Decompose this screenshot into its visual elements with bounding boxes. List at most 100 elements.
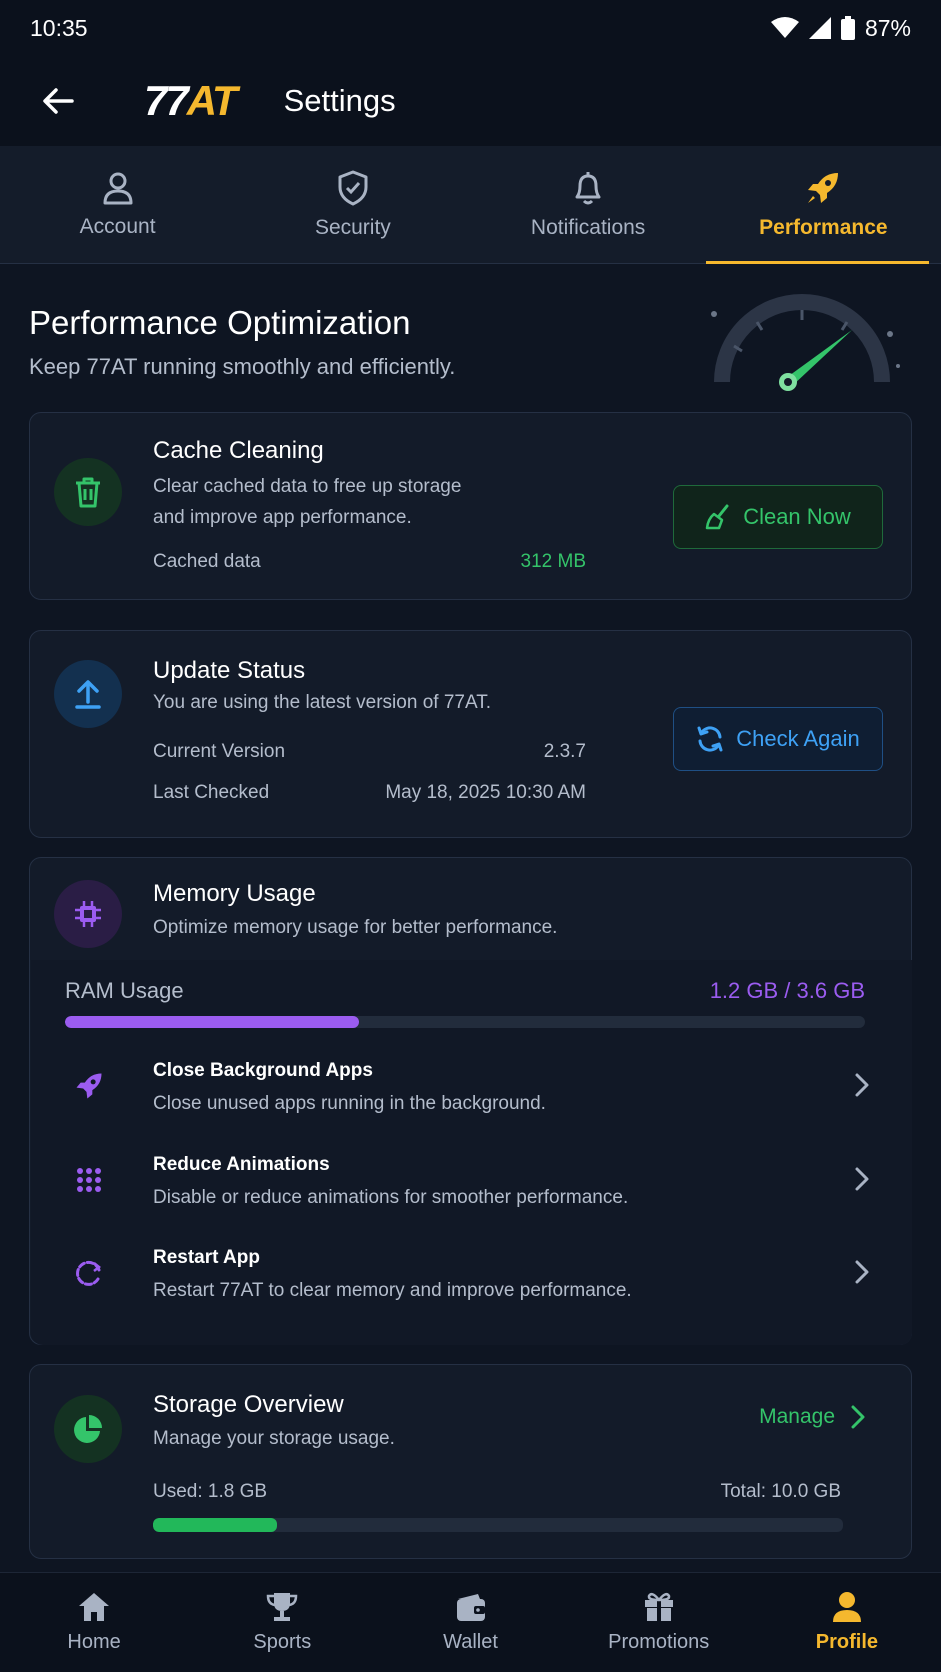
nav-home[interactable]: Home (0, 1573, 188, 1672)
rocket-icon (808, 172, 839, 203)
cache-icon-container (54, 458, 122, 526)
main-content: Performance Optimization Keep 77AT runni… (29, 264, 912, 1559)
last-checked-value: May 18, 2025 10:30 AM (385, 782, 586, 803)
item-description: Disable or reduce animations for smoothe… (153, 1187, 629, 1208)
shield-icon (338, 170, 368, 205)
chevron-right-icon (855, 1260, 869, 1284)
card-title: Update Status (153, 657, 306, 684)
card-title: Memory Usage (153, 880, 316, 907)
storage-progress-bar (153, 1518, 843, 1532)
bell-icon (575, 171, 601, 204)
battery-icon (840, 16, 855, 40)
trophy-icon (267, 1593, 298, 1621)
nav-label: Home (67, 1631, 121, 1653)
refresh-icon (697, 726, 723, 752)
nav-label: Promotions (608, 1631, 710, 1653)
logo-part-2: AT (186, 77, 238, 124)
storage-overview-card: Storage Overview Manage your storage usa… (29, 1364, 912, 1559)
storage-progress-fill (153, 1518, 278, 1532)
nav-label: Sports (253, 1631, 312, 1653)
card-description: Manage your storage usage. (153, 1428, 395, 1449)
close-background-apps-item[interactable]: Close Background Apps Close unused apps … (31, 1050, 914, 1138)
ram-label: RAM Usage (65, 978, 184, 1003)
check-again-button[interactable]: Check Again (673, 707, 883, 771)
wallet-icon (456, 1594, 485, 1621)
card-title: Cache Cleaning (153, 437, 324, 464)
item-title: Restart App (153, 1247, 260, 1268)
page-title: Settings (283, 83, 396, 118)
tab-security[interactable]: Security (235, 146, 470, 263)
app-logo: 77AT (144, 77, 238, 125)
storage-icon-container (54, 1395, 122, 1463)
manage-link[interactable]: Manage (759, 1405, 865, 1429)
ram-section: RAM Usage 1.2 GB / 3.6 GB Close Backgrou… (31, 960, 912, 1345)
item-title: Close Background Apps (153, 1060, 373, 1081)
tab-label: Performance (759, 215, 888, 239)
update-status-card: Update Status You are using the latest v… (29, 630, 912, 838)
cache-cleaning-card: Cache Cleaning Clear cached data to free… (29, 412, 912, 600)
section-subtitle: Keep 77AT running smoothly and efficient… (29, 354, 456, 379)
storage-total-label: Total: 10.0 GB (720, 1481, 841, 1502)
card-description: You are using the latest version of 77AT… (153, 692, 491, 713)
card-description: Clear cached data to free up storage and… (153, 471, 461, 533)
nav-promotions[interactable]: Promotions (565, 1573, 753, 1672)
current-version-value: 2.3.7 (543, 741, 586, 762)
nav-profile[interactable]: Profile (753, 1573, 941, 1672)
section-title: Performance Optimization (29, 304, 411, 341)
tab-label: Notifications (530, 215, 646, 239)
rocket-icon (69, 1066, 109, 1106)
nav-label: Wallet (443, 1631, 498, 1653)
card-title: Storage Overview (153, 1391, 344, 1418)
tab-label: Security (314, 215, 391, 239)
signal-icon (808, 17, 831, 39)
tab-label: Account (79, 214, 156, 238)
battery-percent: 87% (864, 14, 911, 41)
dots-grid-icon (69, 1160, 109, 1200)
status-time: 10:35 (30, 14, 88, 41)
button-label: Check Again (736, 726, 860, 751)
status-icons: 87% (770, 14, 911, 42)
cached-data-value: 312 MB (520, 551, 586, 572)
pie-chart-icon (74, 1415, 102, 1443)
upload-icon (75, 680, 101, 709)
person-icon (103, 172, 133, 204)
item-title: Reduce Animations (153, 1154, 330, 1175)
last-checked-label: Last Checked (153, 782, 270, 803)
chevron-right-icon (851, 1405, 865, 1429)
clean-now-button[interactable]: Clean Now (673, 485, 883, 549)
nav-sports[interactable]: Sports (188, 1573, 376, 1672)
nav-label: Profile (815, 1631, 879, 1653)
ram-progress-bar (65, 1016, 865, 1028)
profile-icon (832, 1592, 861, 1622)
chevron-right-icon (855, 1073, 869, 1097)
performance-hero: Performance Optimization Keep 77AT runni… (29, 264, 912, 412)
description-line: Clear cached data to free up storage (153, 476, 462, 497)
chip-icon (75, 901, 101, 927)
cached-data-label: Cached data (153, 551, 261, 572)
speedometer-icon (711, 294, 900, 391)
arrow-left-icon (43, 88, 74, 114)
memory-usage-card: Memory Usage Optimize memory usage for b… (29, 857, 912, 1345)
restart-icon (69, 1253, 109, 1293)
card-description: Optimize memory usage for better perform… (153, 917, 558, 938)
app-bar: 77AT Settings (0, 56, 941, 146)
manage-label: Manage (759, 1405, 835, 1428)
back-button[interactable] (30, 73, 86, 129)
memory-icon-container (54, 880, 122, 948)
logo-part-1: 77 (144, 77, 189, 124)
broom-icon (705, 504, 729, 530)
reduce-animations-item[interactable]: Reduce Animations Disable or reduce anim… (31, 1144, 914, 1232)
tab-account[interactable]: Account (0, 146, 235, 263)
restart-app-item[interactable]: Restart App Restart 77AT to clear memory… (31, 1237, 914, 1325)
nav-wallet[interactable]: Wallet (376, 1573, 564, 1672)
status-bar: 10:35 87% (0, 0, 941, 56)
description-line: and improve app performance. (153, 507, 412, 528)
tab-performance[interactable]: Performance (705, 146, 941, 264)
update-icon-container (54, 660, 122, 728)
wifi-icon (770, 17, 799, 38)
gift-icon (644, 1592, 673, 1621)
tab-notifications[interactable]: Notifications (471, 146, 706, 263)
trash-icon (76, 477, 100, 508)
ram-value: 1.2 GB / 3.6 GB (709, 978, 865, 1003)
storage-used-label: Used: 1.8 GB (153, 1481, 268, 1502)
